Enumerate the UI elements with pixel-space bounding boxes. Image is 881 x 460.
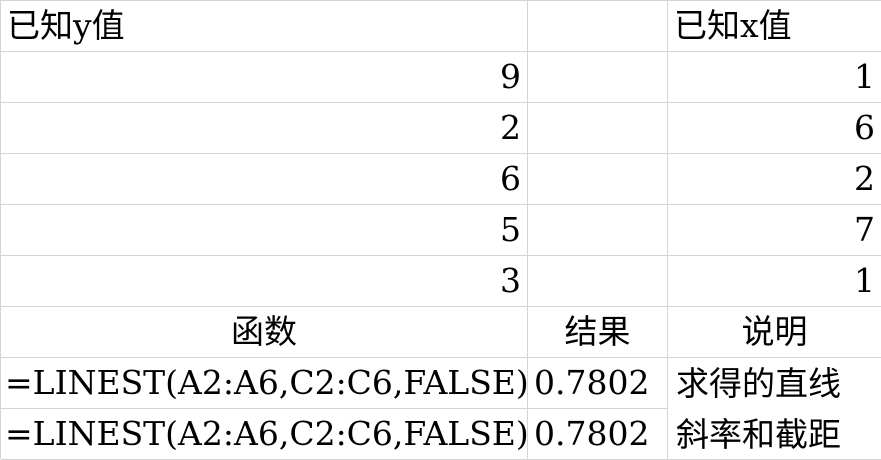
- empty-cell[interactable]: [528, 205, 668, 256]
- description-line: 求得的直线: [676, 364, 841, 403]
- function-header-cell[interactable]: 函数: [1, 307, 528, 358]
- x-value-cell[interactable]: 1: [668, 52, 881, 103]
- spreadsheet: 已知y值 已知x值 9 1 2 6 6 2 5 7 3 1 函数 结果 说明 =…: [0, 0, 881, 460]
- description-header-cell[interactable]: 说明: [668, 307, 881, 358]
- empty-cell[interactable]: [528, 52, 668, 103]
- y-value-cell[interactable]: 2: [1, 103, 528, 154]
- header-empty-cell[interactable]: [528, 1, 668, 52]
- description-line: 斜率和截距: [676, 415, 841, 454]
- x-value-cell[interactable]: 1: [668, 256, 881, 307]
- result-header-cell[interactable]: 结果: [528, 307, 668, 358]
- empty-cell[interactable]: [528, 103, 668, 154]
- x-value-cell[interactable]: 2: [668, 154, 881, 205]
- result-cell[interactable]: 0.7802: [528, 358, 668, 409]
- y-value-cell[interactable]: 9: [1, 52, 528, 103]
- y-value-cell[interactable]: 5: [1, 205, 528, 256]
- formula-cell[interactable]: =LINEST(A2:A6,C2:C6,FALSE): [1, 409, 528, 460]
- x-value-cell[interactable]: 6: [668, 103, 881, 154]
- y-value-cell[interactable]: 3: [1, 256, 528, 307]
- empty-cell[interactable]: [528, 256, 668, 307]
- x-value-cell[interactable]: 7: [668, 205, 881, 256]
- header-known-y-cell[interactable]: 已知y值: [1, 1, 528, 52]
- cell-grid: 已知y值 已知x值 9 1 2 6 6 2 5 7 3 1 函数 结果 说明 =…: [0, 0, 881, 460]
- header-known-x-cell[interactable]: 已知x值: [668, 1, 881, 52]
- description-merged-cell[interactable]: 求得的直线 斜率和截距: [668, 358, 881, 460]
- formula-cell[interactable]: =LINEST(A2:A6,C2:C6,FALSE): [1, 358, 528, 409]
- result-cell[interactable]: 0.7802: [528, 409, 668, 460]
- y-value-cell[interactable]: 6: [1, 154, 528, 205]
- empty-cell[interactable]: [528, 154, 668, 205]
